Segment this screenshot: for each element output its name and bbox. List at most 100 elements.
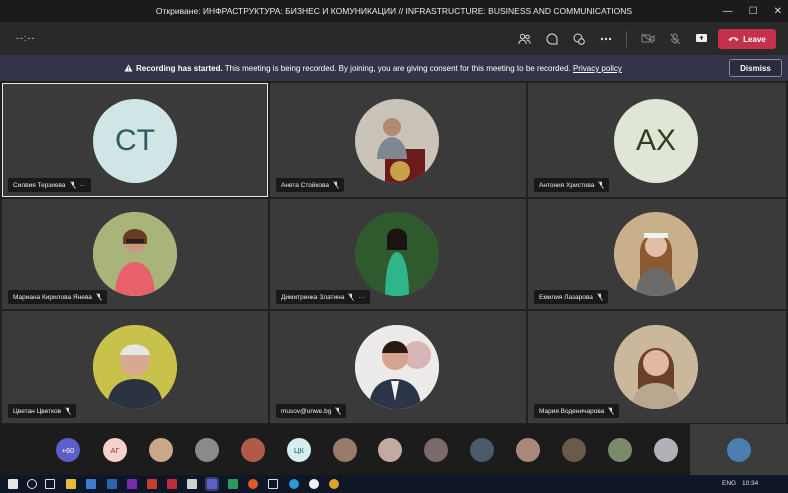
- app-icon[interactable]: [187, 479, 197, 489]
- participant-photo: [614, 325, 698, 409]
- recording-banner: Recording has started. This meeting is b…: [0, 55, 788, 81]
- app-icon[interactable]: [167, 479, 177, 489]
- avatar: [93, 325, 177, 409]
- app-icon[interactable]: [107, 479, 117, 489]
- file-explorer-icon[interactable]: [66, 479, 76, 489]
- app-icon[interactable]: [268, 479, 278, 489]
- participant-tile[interactable]: musov@unwe.bg: [270, 311, 526, 423]
- self-avatar: [727, 438, 751, 462]
- windows-start-icon[interactable]: [8, 479, 18, 489]
- firefox-icon[interactable]: [248, 479, 258, 489]
- app-icon[interactable]: [147, 479, 157, 489]
- mic-muted-icon: [95, 293, 102, 301]
- camera-off-icon[interactable]: [639, 30, 656, 47]
- participant-label: Цветан Цветков: [8, 404, 77, 418]
- tray-avatar[interactable]: [195, 438, 219, 462]
- teams-icon[interactable]: [205, 477, 219, 491]
- avatar: [355, 325, 439, 409]
- tray-avatar[interactable]: [378, 438, 402, 462]
- overflow-count-button[interactable]: +60: [56, 438, 80, 462]
- more-options-icon[interactable]: ···: [80, 182, 87, 189]
- participants-icon[interactable]: [516, 30, 533, 47]
- mic-muted-icon: [333, 181, 339, 189]
- keyboard-language[interactable]: ENG: [722, 480, 736, 487]
- share-screen-icon[interactable]: [693, 30, 710, 47]
- leave-button[interactable]: Leave: [718, 29, 776, 49]
- app-icon[interactable]: [329, 479, 339, 489]
- avatar: [614, 212, 698, 296]
- mic-muted-icon: [598, 181, 605, 189]
- recording-text: This meeting is being recorded. By joini…: [222, 64, 571, 73]
- mic-muted-icon: [608, 407, 615, 415]
- tray-avatar[interactable]: [241, 438, 265, 462]
- mail-icon[interactable]: [86, 479, 96, 489]
- reactions-icon[interactable]: [570, 30, 587, 47]
- participant-photo: [355, 99, 439, 183]
- participant-photo: [355, 212, 439, 296]
- tray-avatar[interactable]: [516, 438, 540, 462]
- tray-avatar[interactable]: [654, 438, 678, 462]
- avatar: [355, 212, 439, 296]
- close-icon[interactable]: ✕: [774, 6, 782, 17]
- maximize-icon[interactable]: ☐: [749, 6, 758, 17]
- participant-tile[interactable]: Цветан Цветков: [2, 311, 268, 423]
- participant-label: Антония Христова: [534, 178, 610, 192]
- minimize-icon[interactable]: —: [723, 6, 733, 17]
- participant-name: Емилия Лазарова: [539, 293, 593, 301]
- more-options-icon[interactable]: ···: [358, 294, 365, 301]
- participant-tile[interactable]: Димитринка Златина ···: [270, 199, 526, 309]
- participant-name: Цветан Цветков: [13, 407, 62, 415]
- app-icon[interactable]: [127, 479, 137, 489]
- participant-name: Димитринка Златина: [281, 293, 345, 301]
- search-icon[interactable]: [27, 479, 37, 489]
- mic-muted-icon: [65, 407, 71, 415]
- mic-muted-icon: [348, 293, 355, 301]
- video-grid: CT Силвия Терзиева ··· Анета Стойкова AX…: [0, 81, 788, 424]
- participant-tile[interactable]: Емилия Лазарова: [528, 199, 786, 309]
- participant-tile[interactable]: Анета Стойкова: [270, 83, 526, 197]
- chat-icon[interactable]: [543, 30, 560, 47]
- window-title: Откриване: ИНФРАСТРУКТУРА: БИЗНЕС И КОМУ…: [155, 6, 633, 16]
- participant-name: Мариана Кирилова Янева: [13, 293, 92, 301]
- tray-avatar[interactable]: [424, 438, 448, 462]
- avatar: AX: [614, 99, 698, 183]
- meeting-toolbar: --:-- Leave: [0, 22, 788, 55]
- avatar: [93, 212, 177, 296]
- toolbar-divider: [626, 30, 627, 47]
- tray-avatar[interactable]: АГ: [103, 438, 127, 462]
- tray-avatar[interactable]: [608, 438, 632, 462]
- self-view[interactable]: [690, 424, 788, 475]
- app-icon[interactable]: [228, 479, 238, 489]
- dismiss-button[interactable]: Dismiss: [729, 59, 782, 77]
- participant-tile[interactable]: AX Антония Христова: [528, 83, 786, 197]
- tray-avatar[interactable]: ЦК: [287, 438, 311, 462]
- participant-name: Силвия Терзиева: [13, 181, 66, 189]
- participant-name: Анета Стойкова: [281, 181, 330, 189]
- mic-muted-icon: [596, 293, 603, 301]
- tray-avatar[interactable]: [333, 438, 357, 462]
- participant-label: Мария Воденичарова: [534, 404, 620, 418]
- more-actions-icon[interactable]: [597, 30, 614, 47]
- window-controls: — ☐ ✕: [723, 0, 782, 22]
- chrome-icon[interactable]: [309, 479, 319, 489]
- participant-tile[interactable]: Мария Воденичарова: [528, 311, 786, 423]
- participant-tile[interactable]: Мариана Кирилова Янева: [2, 199, 268, 309]
- participant-tile[interactable]: CT Силвия Терзиева ···: [2, 83, 268, 197]
- mic-off-icon[interactable]: [666, 30, 683, 47]
- edge-icon[interactable]: [289, 479, 299, 489]
- tray-avatar[interactable]: [149, 438, 173, 462]
- tray-avatar[interactable]: [470, 438, 494, 462]
- warning-icon: [124, 64, 133, 72]
- os-taskbar: ENG 10:34: [0, 475, 788, 493]
- privacy-policy-link[interactable]: Privacy policy: [573, 64, 622, 73]
- tray-avatar[interactable]: [562, 438, 586, 462]
- participant-label: musov@unwe.bg: [276, 404, 347, 418]
- avatar: CT: [93, 99, 177, 183]
- participant-photo: [93, 212, 177, 296]
- avatar: [614, 325, 698, 409]
- system-clock[interactable]: 10:34: [742, 480, 758, 487]
- hang-up-icon: [728, 37, 739, 41]
- recording-message: Recording has started. This meeting is b…: [124, 64, 622, 73]
- task-view-icon[interactable]: [45, 479, 55, 489]
- mic-muted-icon: [335, 407, 342, 415]
